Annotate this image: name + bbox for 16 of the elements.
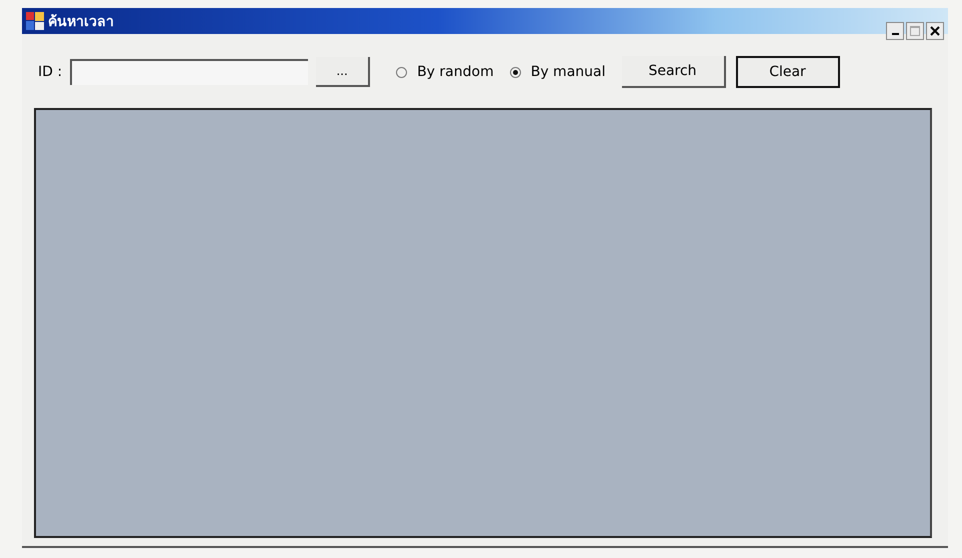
action-button[interactable]: Search — [622, 56, 726, 88]
close-button[interactable] — [926, 22, 944, 40]
minimize-button[interactable] — [886, 22, 904, 40]
maximize-icon — [910, 26, 920, 36]
action-button[interactable]: Clear — [736, 56, 840, 88]
radio-label: By random — [417, 64, 494, 80]
radio-button[interactable] — [396, 66, 408, 78]
id-input-field[interactable] — [70, 59, 308, 85]
radio-button[interactable] — [510, 66, 521, 78]
app-icon — [26, 12, 44, 30]
id-label: ID : — [38, 64, 62, 80]
window-title: ค้นหาเวลา — [48, 13, 115, 32]
radio-label: By manual — [530, 64, 606, 80]
close-icon — [930, 26, 940, 36]
minimize-icon — [892, 33, 898, 35]
browse-button[interactable]: ... — [316, 57, 370, 87]
